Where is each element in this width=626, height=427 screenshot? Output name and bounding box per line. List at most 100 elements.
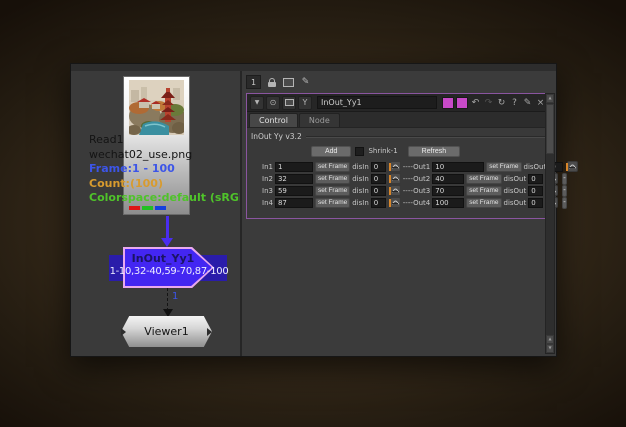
viewer-node-title: Viewer1 — [144, 325, 189, 338]
panel-body: InOut Yy v3.2 Add Shrink-1 Refresh In1 s… — [247, 128, 579, 218]
tab-node[interactable]: Node — [298, 113, 340, 127]
in-value-input[interactable] — [274, 197, 313, 208]
panel-tabs: Control Node — [247, 112, 549, 128]
disin-value-input[interactable] — [370, 185, 386, 196]
set-frame-in-button[interactable]: set Frame — [314, 197, 351, 208]
channel-chips — [129, 206, 166, 210]
shrink-label: Shrink-1 — [368, 147, 398, 155]
plugin-version-label: InOut Yy v3.2 — [251, 132, 302, 141]
collapse-panel-icon[interactable]: ▼ — [250, 95, 264, 110]
disout-label: disOut — [503, 186, 527, 195]
read-to-inout-arrowhead — [161, 238, 173, 247]
viewer-left-notch — [121, 328, 126, 336]
out-value-input[interactable] — [432, 173, 465, 184]
read-node-colorspace: Colorspace:default (sRGB) — [89, 191, 240, 205]
revert-icon[interactable]: ↻ — [496, 98, 507, 108]
read-to-inout-connector — [166, 216, 169, 240]
set-frame-out-button[interactable]: set Frame — [486, 161, 522, 172]
script-icon[interactable]: ✎ — [522, 98, 533, 108]
disout-value-input[interactable] — [528, 197, 544, 208]
out-value-input[interactable] — [432, 185, 465, 196]
remove-row-button[interactable]: - — [562, 184, 567, 197]
undo-icon[interactable]: ↶ — [470, 98, 481, 108]
inout-row-1: In1 set Frame disIn ----Out1 set Frame d… — [262, 161, 579, 172]
out-label: ----Out3 — [402, 186, 431, 195]
read-thumbnail — [129, 80, 184, 135]
scroll-up-icon[interactable]: ▲ — [546, 94, 554, 103]
in-value-input[interactable] — [274, 161, 313, 172]
scrollbar-thumb[interactable] — [546, 104, 554, 154]
remove-row-button[interactable]: - — [562, 196, 567, 209]
node-color-icon[interactable]: Y — [298, 95, 312, 110]
blue-channel-chip — [155, 206, 166, 210]
disin-label: disIn — [352, 198, 369, 207]
in-label: In2 — [262, 174, 273, 183]
disin-label: disIn — [352, 162, 369, 171]
disin-value-input[interactable] — [370, 173, 386, 184]
in-label: In3 — [262, 186, 273, 195]
out-label: ----Out4 — [402, 198, 431, 207]
pencil-icon[interactable]: ✎ — [299, 76, 312, 88]
divider-line — [305, 135, 545, 138]
node-graph-pane[interactable]: Read1 wechat02_use.png Frame:1 - 100 Cou… — [71, 71, 240, 356]
panel-focus-icon[interactable] — [282, 76, 295, 88]
green-channel-chip — [142, 206, 153, 210]
set-frame-in-button[interactable]: set Frame — [314, 185, 351, 196]
disout-value-input[interactable] — [528, 173, 544, 184]
help-icon[interactable]: ? — [509, 98, 520, 108]
shrink-checkbox[interactable] — [355, 146, 365, 156]
refresh-button[interactable]: Refresh — [407, 145, 461, 157]
inout-row-2: In2 set Frame disIn ----Out2 set Frame d… — [262, 172, 567, 185]
inout-row-4: In4 set Frame disIn ----Out4 set Frame d… — [262, 196, 567, 209]
disout-label: disOut — [503, 198, 527, 207]
add-button[interactable]: Add — [311, 145, 352, 157]
out-label: ----Out1 — [402, 162, 431, 171]
disin-value-input[interactable] — [370, 161, 386, 172]
redo-icon[interactable]: ↷ — [483, 98, 494, 108]
panel-header: ▼ ⊙ Y ↶ ↷ ↻ ? ✎ × — [247, 94, 549, 112]
inout-properties-panel: ▼ ⊙ Y ↶ ↷ ↻ ? ✎ × Control Node InOu — [246, 93, 579, 219]
center-node-icon[interactable]: ⊙ — [266, 95, 280, 110]
inout-row-3: In3 set Frame disIn ----Out3 set Frame d… — [262, 184, 567, 197]
out-value-input[interactable] — [432, 161, 485, 172]
red-channel-chip — [129, 206, 140, 210]
properties-scrollbar[interactable]: ▲ ▲ ▼ — [545, 93, 555, 354]
lock-icon[interactable] — [265, 76, 278, 88]
viewer-right-notch — [207, 328, 212, 336]
disout-value-input[interactable] — [528, 185, 544, 196]
out-value-input[interactable] — [432, 197, 465, 208]
disin-value-input[interactable] — [370, 197, 386, 208]
in-value-input[interactable] — [274, 173, 313, 184]
inout-node-ranges: 1-10,32-40,59-70,87-100 — [109, 266, 229, 277]
set-frame-out-button[interactable]: set Frame — [466, 173, 502, 184]
read-node-frame-range: Frame:1 - 100 — [89, 162, 175, 176]
read-node-info: Read1 wechat02_use.png Frame:1 - 100 Cou… — [89, 133, 240, 206]
gl-color-swatch[interactable] — [456, 96, 468, 109]
disin-label: disIn — [352, 186, 369, 195]
disin-label: disIn — [352, 174, 369, 183]
scroll-down-icon[interactable]: ▼ — [546, 344, 554, 353]
tab-control[interactable]: Control — [249, 113, 298, 127]
tile-color-swatch[interactable] — [442, 96, 454, 109]
in-label: In1 — [262, 162, 273, 171]
app-window: Read1 wechat02_use.png Frame:1 - 100 Cou… — [70, 63, 579, 357]
node-name-field[interactable] — [317, 96, 437, 109]
disout-label: disOut — [503, 174, 527, 183]
max-panels-count[interactable]: 1 — [246, 75, 261, 89]
disout-label: disOut — [523, 162, 547, 171]
read-node-filename: wechat02_use.png — [89, 147, 193, 161]
viewer-node[interactable]: Viewer1 — [121, 316, 212, 347]
set-frame-in-button[interactable]: set Frame — [314, 161, 351, 172]
properties-pane: 1 ✎ ▼ ⊙ Y ↶ ↷ ↻ ? ✎ × Control — [242, 71, 579, 356]
in-value-input[interactable] — [274, 185, 313, 196]
remove-row-button[interactable]: - — [562, 172, 567, 185]
float-panel-icon[interactable] — [282, 95, 296, 110]
inout-to-viewer-arrowhead — [163, 309, 173, 317]
read-node-count: Count:(100) — [89, 176, 163, 190]
inout-node-title: InOut_Yy1 — [131, 252, 195, 265]
scroll-up-icon[interactable]: ▲ — [546, 335, 554, 344]
set-frame-in-button[interactable]: set Frame — [314, 173, 351, 184]
properties-toolbar: 1 ✎ — [246, 75, 312, 89]
set-frame-out-button[interactable]: set Frame — [466, 197, 502, 208]
set-frame-out-button[interactable]: set Frame — [466, 185, 502, 196]
